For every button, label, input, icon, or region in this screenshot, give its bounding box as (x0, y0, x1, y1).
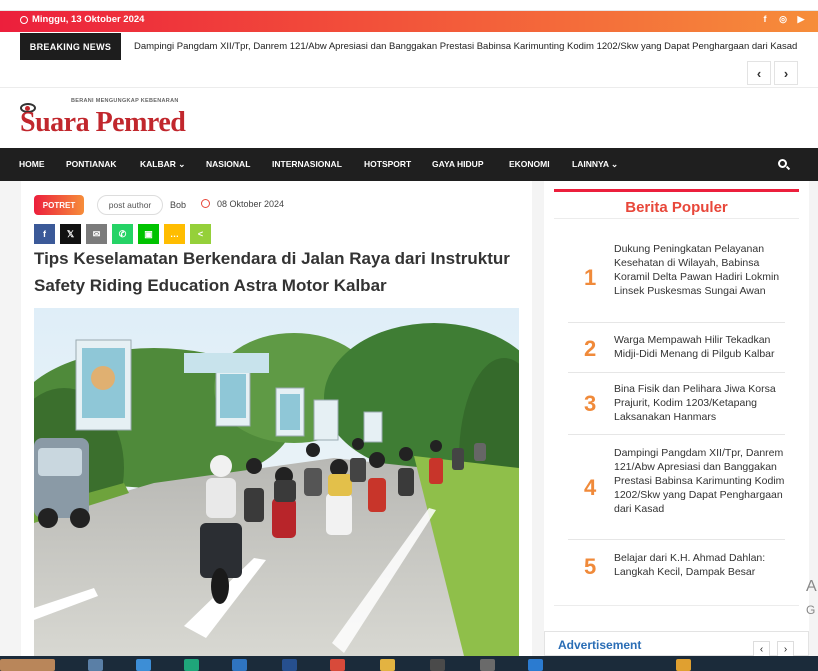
search-icon[interactable] (778, 159, 787, 168)
taskbar-tray-icon[interactable] (676, 659, 691, 671)
article-card: POTRET post author Bob 08 Oktober 2024 f… (21, 181, 532, 656)
x-icon[interactable]: 𝕏 (60, 224, 81, 244)
popular-item[interactable]: 2 Warga Mempawah Hilir Tekadkan Midji-Di… (568, 323, 785, 373)
header-divider (0, 87, 818, 88)
taskbar-app-icon[interactable] (232, 659, 247, 671)
clock-icon (20, 15, 28, 24)
current-date-text: Minggu, 13 Oktober 2024 (32, 14, 145, 25)
sidebar: Berita Populer 1 Dukung Peningkatan Pela… (544, 181, 809, 656)
facebook-icon[interactable]: f (34, 224, 55, 244)
article-date: 08 Oktober 2024 (217, 199, 285, 209)
taskbar-app-icon[interactable] (184, 659, 199, 671)
taskbar-folder-icon[interactable] (380, 659, 395, 671)
current-date: Minggu, 13 Oktober 2024 (20, 14, 144, 25)
popular-heading: Berita Populer (554, 189, 799, 218)
taskbar-app-icon[interactable] (88, 659, 103, 671)
breaking-news-headline[interactable]: Dampingi Pangdam XII/Tpr, Danrem 121/Abw… (134, 41, 797, 52)
popular-rank: 3 (584, 391, 597, 416)
breaking-news: BREAKING NEWS Dampingi Pangdam XII/Tpr, … (20, 33, 800, 60)
popular-item[interactable]: 3 Bina Fisik dan Pelihara Jiwa Korsa Pra… (568, 373, 785, 435)
article-title: Tips Keselamatan Berkendara di Jalan Ray… (34, 249, 510, 295)
top-bar: Minggu, 13 Oktober 2024 f ◎ ▶ (0, 11, 818, 32)
heading-divider (554, 218, 799, 219)
nav-ekonomi[interactable]: EKONOMI (509, 159, 550, 169)
site-logo[interactable]: BERANI MENGUNGKAP KEBENARAN Suara Pemred (20, 98, 225, 138)
youtube-icon[interactable]: ▶ (796, 14, 806, 25)
edge-text-g: G (806, 603, 816, 617)
taskbar-wallpaper-thumb (0, 659, 55, 671)
logo-name: Suara Pemred (20, 107, 186, 138)
nav-kalbar[interactable]: KALBAR ⌄ (140, 159, 185, 170)
popular-rank: 5 (584, 554, 597, 579)
hero-photo (34, 308, 519, 656)
popular-title[interactable]: Dukung Peningkatan Pelayanan Kesehatan d… (614, 242, 789, 298)
popular-item[interactable]: 5 Belajar dari K.H. Ahmad Dahlan: Langka… (568, 540, 785, 590)
popular-rank: 4 (584, 475, 597, 500)
ticker-controls: ‹ › (747, 61, 798, 85)
sms-icon[interactable]: … (164, 224, 185, 244)
nav-pontianak[interactable]: PONTIANAK (66, 159, 117, 169)
taskbar-app-icon[interactable] (136, 659, 151, 671)
taskbar-app-icon[interactable] (528, 659, 543, 671)
clock-icon (201, 199, 210, 208)
ticker-prev-button[interactable]: ‹ (747, 61, 771, 85)
nav-internasional[interactable]: INTERNASIONAL (272, 159, 342, 169)
facebook-icon[interactable]: f (760, 14, 770, 25)
taskbar-browser-icon[interactable] (330, 659, 345, 671)
nav-gaya-hidup[interactable]: GAYA HIDUP (432, 159, 484, 169)
nav-home[interactable]: HOME (19, 159, 45, 169)
popular-rank: 1 (584, 265, 597, 290)
line-icon[interactable]: ▣ (138, 224, 159, 244)
email-icon[interactable]: ✉ (86, 224, 107, 244)
category-badge[interactable]: POTRET (34, 195, 84, 215)
ticker-next-button[interactable]: › (774, 61, 798, 85)
author-name[interactable]: Bob (170, 200, 186, 210)
author-avatar: post author (97, 195, 163, 215)
share-icon[interactable]: < (190, 224, 211, 244)
logo-tagline: BERANI MENGUNGKAP KEBENARAN (71, 98, 179, 104)
taskbar-app-icon[interactable] (480, 659, 495, 671)
instagram-icon[interactable]: ◎ (778, 14, 788, 25)
popular-item[interactable]: 4 Dampingi Pangdam XII/Tpr, Danrem 121/A… (568, 435, 785, 540)
share-buttons: f 𝕏 ✉ ✆ ▣ … < (34, 224, 211, 244)
popular-title[interactable]: Belajar dari K.H. Ahmad Dahlan: Langkah … (614, 551, 789, 579)
advertisement-label: Advertisement (558, 638, 642, 652)
nav-hotsport[interactable]: HOTSPORT (364, 159, 411, 169)
breaking-news-label: BREAKING NEWS (20, 33, 121, 60)
edge-text-a: A (806, 578, 817, 595)
popular-rank: 2 (584, 336, 597, 361)
list-divider (554, 605, 799, 606)
popular-title[interactable]: Warga Mempawah Hilir Tekadkan Midji-Didi… (614, 333, 789, 361)
browser-strip (0, 0, 818, 11)
popular-title[interactable]: Dampingi Pangdam XII/Tpr, Danrem 121/Abw… (614, 446, 789, 516)
main-nav: HOME PONTIANAK KALBAR ⌄ NASIONAL INTERNA… (0, 148, 818, 181)
os-taskbar (0, 656, 818, 671)
whatsapp-icon[interactable]: ✆ (112, 224, 133, 244)
nav-nasional[interactable]: NASIONAL (206, 159, 250, 169)
advertisement-bar: Advertisement ‹ › (544, 631, 809, 658)
popular-heading-text: Berita Populer (625, 199, 728, 216)
popular-title[interactable]: Bina Fisik dan Pelihara Jiwa Korsa Praju… (614, 382, 789, 424)
taskbar-app-icon[interactable] (430, 659, 445, 671)
taskbar-app-icon[interactable] (282, 659, 297, 671)
social-links: f ◎ ▶ (760, 14, 806, 25)
nav-lainnya[interactable]: LAINNYA ⌄ (572, 159, 618, 170)
popular-item[interactable]: 1 Dukung Peningkatan Pelayanan Kesehatan… (568, 233, 785, 323)
article-hero-image (34, 308, 519, 656)
